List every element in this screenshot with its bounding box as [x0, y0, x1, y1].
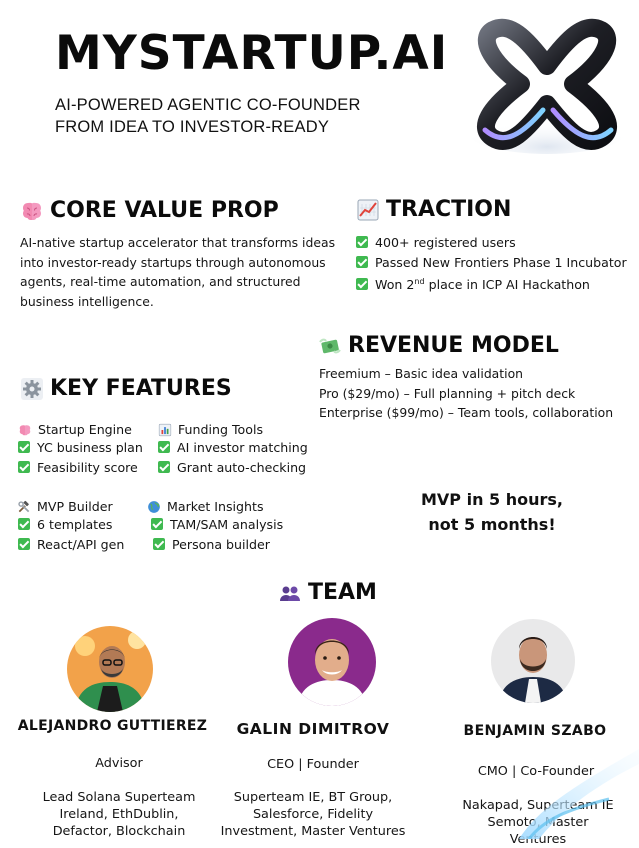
- list-item: Persona builder: [153, 535, 283, 555]
- decorative-wave-graphic: [499, 719, 639, 840]
- team-member-name: GALIN DIMITROV: [236, 720, 390, 738]
- tagline-line-1: AI-POWERED AGENTIC CO-FOUNDER: [55, 96, 361, 114]
- list-item: 6 templates: [18, 515, 124, 535]
- avatar: [491, 619, 575, 703]
- page-title: MYSTARTUP.AI: [55, 26, 449, 81]
- check-icon: [158, 441, 170, 453]
- check-icon: [18, 537, 30, 550]
- team-heading: TEAM: [278, 580, 377, 605]
- revenue-heading: REVENUE MODEL: [318, 333, 559, 358]
- mvp-callout: MVP in 5 hours, not 5 months!: [420, 490, 563, 534]
- check-icon: [356, 236, 368, 248]
- check-icon: [356, 255, 368, 268]
- features-heading: KEY FEATURES: [20, 376, 232, 401]
- check-icon: [18, 518, 30, 530]
- people-icon: [278, 581, 302, 605]
- check-icon: [158, 460, 170, 473]
- brain-icon: [18, 423, 32, 437]
- brain-icon: [20, 199, 44, 223]
- traction-heading: TRACTION: [356, 197, 511, 222]
- team-member-role: CEO | Founder: [267, 757, 359, 772]
- feature-group-title: Market Insights: [167, 499, 264, 514]
- check-icon: [153, 537, 165, 550]
- list-item: Grant auto-checking: [158, 458, 308, 478]
- stylized-x-logo-icon: [455, 18, 635, 156]
- money-with-wings-icon: [318, 334, 342, 358]
- check-icon: [356, 278, 368, 291]
- traction-list: 400+ registered users Passed New Frontie…: [356, 233, 627, 295]
- feature-group-title: Funding Tools: [178, 422, 264, 437]
- check-icon: [151, 518, 163, 530]
- list-item: AI investor matching: [158, 438, 308, 458]
- list-item: Won 2nd place in ICP AI Hackathon: [356, 272, 627, 295]
- feature-group-title: MVP Builder: [37, 499, 113, 514]
- team-member-bio: Lead Solana Superteam Ireland, EthDublin…: [42, 790, 196, 839]
- core-value-text: AI-native startup accelerator that trans…: [20, 235, 336, 309]
- feature-group-mvp-builder: MVP Builder 6 templates React/API gen: [17, 499, 124, 554]
- bar-chart-icon: [158, 423, 172, 437]
- feature-group-market-insights: Market Insights TAM/SAM analysis Persona…: [147, 499, 283, 554]
- team-member-name: ALEJANDRO GUTTIEREZ: [17, 718, 208, 734]
- avatar: [288, 618, 376, 706]
- feature-group-title: Startup Engine: [38, 422, 132, 437]
- avatar: [67, 626, 153, 712]
- check-icon: [18, 460, 30, 473]
- list-item: 400+ registered users: [356, 233, 627, 253]
- globe-icon: [147, 500, 161, 514]
- list-item: YC business plan: [18, 438, 143, 458]
- gear-icon: [20, 377, 44, 401]
- list-item: Passed New Frontiers Phase 1 Incubator: [356, 253, 627, 273]
- team-member-bio: Superteam IE, BT Group, Salesforce, Fide…: [220, 790, 406, 839]
- list-item: TAM/SAM analysis: [151, 515, 283, 535]
- revenue-lines: Freemium – Basic idea validation Pro ($2…: [319, 366, 614, 420]
- tagline-line-2: FROM IDEA TO INVESTOR-READY: [55, 118, 330, 136]
- chart-increasing-icon: [356, 198, 380, 222]
- hammer-wrench-icon: [17, 500, 31, 514]
- list-item: React/API gen: [18, 535, 124, 555]
- feature-group-startup-engine: Startup Engine YC business plan Feasibil…: [18, 422, 143, 477]
- check-icon: [18, 441, 30, 453]
- team-member-role: Advisor: [95, 756, 143, 771]
- feature-group-funding-tools: Funding Tools AI investor matching Grant…: [158, 422, 308, 477]
- core-value-heading: CORE VALUE PROP: [20, 198, 279, 223]
- list-item: Feasibility score: [18, 458, 143, 478]
